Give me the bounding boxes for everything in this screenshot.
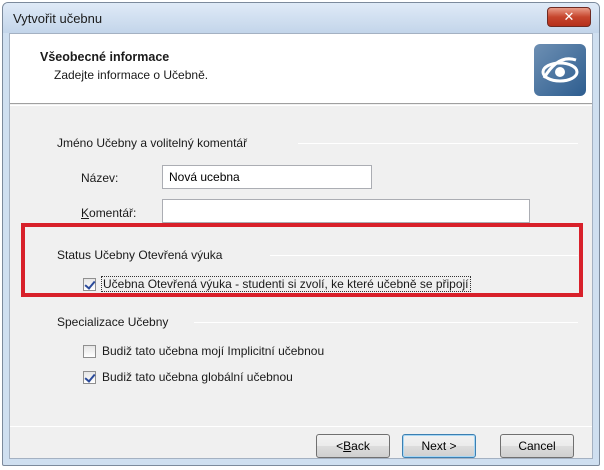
default-classroom-checkbox-label[interactable]: Budiž tato učebna mojí Implicitní učebno… (102, 344, 324, 358)
back-button-rest: ack (351, 439, 370, 453)
header-title: Všeobecné informace (40, 50, 170, 64)
open-class-checkbox[interactable] (83, 277, 96, 291)
specialization-section-heading: Specializace Učebny (57, 315, 169, 329)
close-icon: ✕ (563, 9, 575, 24)
comment-label-rest: omentář: (89, 206, 137, 220)
back-button-mnemonic: B (343, 439, 352, 453)
global-classroom-checkbox-row[interactable]: Budiž tato učebna globální učebnou (83, 370, 293, 384)
comment-input[interactable] (162, 199, 530, 223)
comment-label-mnemonic: K (81, 206, 90, 220)
default-classroom-checkbox[interactable] (83, 344, 96, 358)
classroom-eye-logo-icon (534, 44, 586, 96)
name-section-heading: Jméno Učebny a volitelný komentář (57, 136, 248, 150)
wizard-header: Všeobecné informace Zadejte informace o … (10, 34, 592, 104)
open-class-checkbox-row[interactable]: Učebna Otevřená výuka - studenti si zvol… (83, 276, 471, 292)
title-bar[interactable]: Vytvořit učebnu ✕ (3, 3, 599, 33)
window-title: Vytvořit učebnu (13, 11, 103, 26)
open-class-checkbox-label[interactable]: Učebna Otevřená výuka - studenti si zvol… (101, 276, 471, 292)
status-section-heading: Status Učebny Otevřená výuka (57, 248, 223, 262)
global-classroom-checkbox-label[interactable]: Budiž tato učebna globální učebnou (102, 370, 293, 384)
dialog-window: Vytvořit učebnu ✕ Všeobecné informace Za… (2, 2, 600, 466)
default-classroom-checkbox-row[interactable]: Budiž tato učebna mojí Implicitní učebno… (83, 344, 324, 358)
global-classroom-checkbox[interactable] (83, 370, 96, 384)
dialog-body: Všeobecné informace Zadejte informace o … (9, 33, 593, 459)
back-button[interactable]: < Back (316, 434, 390, 458)
header-divider (10, 105, 592, 106)
name-label: Název: (81, 171, 119, 185)
name-input[interactable] (162, 165, 372, 189)
next-button[interactable]: Next > (402, 434, 476, 458)
close-button[interactable]: ✕ (547, 7, 591, 27)
cancel-button[interactable]: Cancel (500, 434, 574, 458)
status-section-divider (270, 255, 578, 256)
back-button-prefix: < (336, 439, 344, 453)
specialization-section-divider (194, 322, 578, 323)
comment-label: Komentář: (81, 206, 136, 220)
name-section-divider (298, 143, 578, 144)
footer-divider (10, 426, 592, 427)
header-subtitle: Zadejte informace o Učebně. (54, 68, 209, 82)
